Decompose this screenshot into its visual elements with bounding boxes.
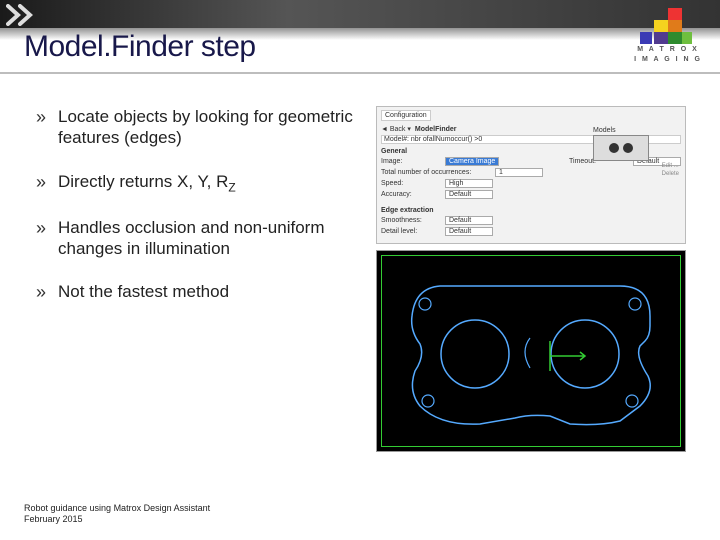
gasket-outline-icon [400, 276, 660, 426]
config-tab: Configuration [381, 110, 431, 121]
bullet-list: Locate objects by looking for geometric … [36, 106, 356, 303]
model-thumb-icon[interactable] [593, 135, 649, 161]
bullet-4-text: Not the fastest method [58, 282, 229, 301]
detail-label: Detail level: [381, 228, 441, 235]
slide-body: Locate objects by looking for geometric … [0, 80, 720, 452]
hole-icon [623, 143, 633, 153]
bullet-3: Handles occlusion and non-uniform change… [36, 217, 356, 260]
breadcrumb: ModelFinder [415, 126, 457, 133]
back-button[interactable]: ◄ Back ▾ [381, 125, 411, 133]
bullet-2: Directly returns X, Y, RZ [36, 171, 356, 195]
slide-header: Model.Finder step M A T R O X I M A G I … [0, 0, 720, 80]
vision-image [376, 250, 686, 452]
detail-dropdown[interactable]: Default [445, 227, 493, 236]
logo-text-1: M A T R O X [637, 46, 699, 54]
bullet-1-text: Locate objects by looking for geometric … [58, 107, 353, 147]
image-label: Image: [381, 158, 441, 165]
bullet-list-container: Locate objects by looking for geometric … [36, 106, 356, 452]
title-underline [0, 72, 720, 74]
slide-title: Model.Finder step [24, 30, 256, 64]
chevron-logo-icon [6, 4, 48, 26]
slide-footer: Robot guidance using Matrox Design Assis… [24, 503, 210, 526]
bullet-1: Locate objects by looking for geometric … [36, 106, 356, 149]
header-dark-strip [0, 0, 720, 28]
smooth-dropdown[interactable]: Default [445, 216, 493, 225]
image-dropdown[interactable]: Camera Image [445, 157, 499, 166]
logo-blocks-icon [646, 8, 690, 44]
footer-line-1: Robot guidance using Matrox Design Assis… [24, 503, 210, 515]
models-heading: Models [593, 127, 655, 134]
model-actions: Edit ... Delete [662, 163, 679, 179]
bullet-2-text: Directly returns X, Y, R [58, 172, 228, 191]
model-preview: Models [593, 127, 655, 161]
delete-link[interactable]: Delete [662, 171, 679, 177]
bullet-3-text: Handles occlusion and non-uniform change… [58, 218, 325, 258]
matrox-logo: M A T R O X I M A G I N G [628, 8, 708, 70]
config-panel: Configuration ◄ Back ▾ ModelFinder Model… [376, 106, 686, 244]
edge-heading: Edge extraction [381, 207, 681, 214]
edge-section: Edge extraction Smoothness: Default Deta… [381, 205, 681, 240]
accuracy-dropdown[interactable]: Default [445, 190, 493, 199]
smooth-label: Smoothness: [381, 217, 441, 224]
accuracy-label: Accuracy: [381, 191, 441, 198]
edit-link[interactable]: Edit ... [662, 163, 679, 169]
hole-icon [609, 143, 619, 153]
bullet-2-sub: Z [228, 180, 235, 194]
screenshot-column: Configuration ◄ Back ▾ ModelFinder Model… [376, 106, 686, 452]
logo-text-2: I M A G I N G [634, 56, 702, 64]
max-label: Total number of occurrences: [381, 169, 491, 176]
speed-dropdown[interactable]: High [445, 179, 493, 188]
bullet-4: Not the fastest method [36, 281, 356, 302]
footer-line-2: February 2015 [24, 514, 210, 526]
max-input[interactable]: 1 [495, 168, 543, 177]
roi-box-icon [381, 255, 681, 447]
speed-label: Speed: [381, 180, 441, 187]
